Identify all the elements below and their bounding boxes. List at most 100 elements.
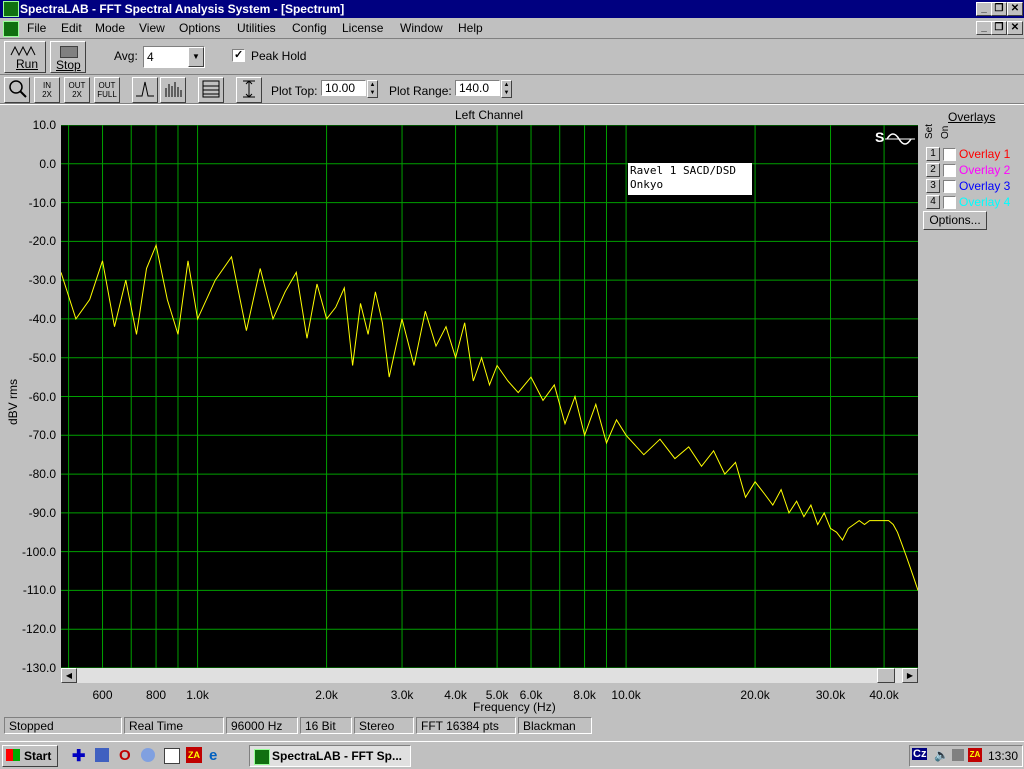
y-tick-label: -30.0: [28, 273, 56, 288]
y-tick-label: -120.0: [21, 622, 56, 637]
overlay-options-button[interactable]: Options...: [923, 211, 987, 230]
x-tick-label: 40.0k: [869, 688, 899, 702]
zoom-out-2x-button[interactable]: OUT 2X: [64, 77, 90, 103]
y-tick-label: 10.0: [32, 118, 56, 132]
grid-icon: [202, 80, 220, 98]
quicklaunch-opera-icon[interactable]: O: [119, 747, 131, 764]
tray-zonealarm-icon[interactable]: ZA: [968, 748, 982, 762]
overlay-2-checkbox[interactable]: [943, 164, 956, 177]
volume-icon[interactable]: 🔈: [934, 748, 949, 762]
quicklaunch-media-icon[interactable]: [141, 748, 155, 762]
run-button[interactable]: Run: [4, 41, 46, 73]
x-tick-label: 8.0k: [573, 688, 596, 702]
line-plot-icon: [136, 81, 154, 97]
spectrum-chart: [61, 125, 918, 668]
plot-range-input[interactable]: [455, 80, 500, 96]
overlays-set-label: Set: [924, 123, 935, 139]
status-channels: Stereo: [354, 717, 414, 734]
menu-edit[interactable]: Edit: [61, 21, 82, 35]
tray-network-icon[interactable]: [952, 749, 964, 761]
x-tick-label: 30.0k: [815, 688, 846, 702]
spectralab-logo: S: [871, 129, 917, 149]
overlay-2-set-button[interactable]: 2: [926, 163, 940, 177]
sine-logo-icon: [885, 133, 915, 145]
menu-mode[interactable]: Mode: [95, 21, 125, 35]
zoom-out-full-button[interactable]: OUT FULL: [94, 77, 120, 103]
status-fft-size: FFT 16384 pts: [416, 717, 516, 734]
menu-help[interactable]: Help: [458, 21, 483, 35]
plot-top-input[interactable]: [321, 80, 366, 96]
spectrum-plot[interactable]: Ravel 1 SACD/DSD Onkyo S: [61, 125, 918, 668]
child-restore-button[interactable]: ❐: [991, 21, 1007, 35]
stop-icon: [60, 46, 78, 58]
x-axis-label: Frequency (Hz): [473, 700, 556, 714]
peak-hold-checkbox[interactable]: ✓: [232, 49, 245, 62]
scroll-left-arrow-icon[interactable]: ◀: [61, 668, 77, 683]
window-title: SpectraLAB - FFT Spectral Analysis Syste…: [20, 2, 345, 16]
y-tick-label: -50.0: [28, 350, 56, 365]
plot-top-label: Plot Top:: [271, 84, 318, 98]
close-button[interactable]: ✕: [1007, 2, 1023, 16]
taskbar: Start ✚ O ZA e SpectraLAB - FFT Sp... Cz…: [0, 741, 1024, 769]
avg-label: Avg:: [114, 49, 138, 63]
taskbar-spectralab-button[interactable]: SpectraLAB - FFT Sp...: [249, 745, 411, 767]
overlays-header: Overlays: [948, 110, 996, 124]
annotation-box[interactable]: Ravel 1 SACD/DSD Onkyo: [628, 163, 752, 195]
overlay-4-set-button[interactable]: 4: [926, 195, 940, 209]
zoom-out-label: OUT: [68, 81, 86, 90]
start-button[interactable]: Start: [2, 745, 58, 767]
menu-config[interactable]: Config: [292, 21, 327, 35]
quicklaunch-network-icon[interactable]: [95, 748, 109, 762]
child-minimize-button[interactable]: _: [976, 21, 992, 35]
scroll-right-arrow-icon[interactable]: ▶: [902, 668, 918, 683]
title-bar: SpectraLAB - FFT Spectral Analysis Syste…: [0, 0, 1024, 18]
quicklaunch-editor-icon[interactable]: [164, 748, 180, 764]
chevron-down-icon[interactable]: ▼: [188, 47, 204, 67]
x-tick-label: 20.0k: [740, 688, 770, 702]
zoom-in-factor: 2X: [42, 90, 52, 99]
quicklaunch-zonealarm-icon[interactable]: ZA: [186, 747, 202, 763]
y-tick-label: -100.0: [21, 544, 56, 559]
system-tray: Cz 🔈 ZA 13:30: [909, 745, 1023, 767]
zoom-button[interactable]: [4, 77, 30, 103]
x-tick-label: 3.0k: [390, 688, 414, 702]
stop-button[interactable]: Stop: [50, 41, 86, 73]
quicklaunch-plus-icon[interactable]: ✚: [72, 746, 85, 766]
horizontal-scrollbar[interactable]: ◀ ▶: [61, 668, 918, 683]
overlay-1-checkbox[interactable]: [943, 148, 956, 161]
status-window-function: Blackman: [518, 717, 592, 734]
overlay-4-checkbox[interactable]: [943, 196, 956, 209]
menu-window[interactable]: Window: [400, 21, 443, 35]
zoom-full-label: OUT: [98, 81, 116, 90]
menu-file[interactable]: File: [27, 21, 46, 35]
language-indicator[interactable]: Cz: [912, 748, 928, 760]
spectralab-task-icon: [254, 749, 270, 765]
avg-select[interactable]: 4 ▼: [143, 46, 205, 68]
overlay-1-set-button[interactable]: 1: [926, 147, 940, 161]
plot-range-label: Plot Range:: [389, 84, 452, 98]
overlay-3-checkbox[interactable]: [943, 180, 956, 193]
scroll-thumb[interactable]: [877, 668, 895, 683]
menu-options[interactable]: Options: [179, 21, 220, 35]
overlay-3-set-button[interactable]: 3: [926, 179, 940, 193]
plot-top-spinner[interactable]: ▲ ▼: [367, 80, 378, 98]
plot-range-spinner[interactable]: ▲ ▼: [501, 80, 512, 98]
scale-button[interactable]: [236, 77, 262, 103]
grid-toggle-button[interactable]: [198, 77, 224, 103]
menu-license[interactable]: License: [342, 21, 383, 35]
peak-hold-label: Peak Hold: [251, 49, 307, 63]
bar-plot-button[interactable]: [160, 77, 186, 103]
menu-utilities[interactable]: Utilities: [237, 21, 276, 35]
app-icon[interactable]: [3, 1, 19, 17]
x-tick-label: 4.0k: [444, 688, 467, 702]
menu-view[interactable]: View: [139, 21, 165, 35]
zoom-in-2x-button[interactable]: IN 2X: [34, 77, 60, 103]
child-close-button[interactable]: ✕: [1007, 21, 1023, 35]
quicklaunch-ie-icon[interactable]: e: [209, 747, 217, 764]
line-plot-button[interactable]: [132, 77, 158, 103]
x-tick-label: 800: [146, 688, 167, 702]
magnifier-icon: [9, 80, 27, 98]
minimize-button[interactable]: _: [976, 2, 992, 16]
maximize-button[interactable]: ❐: [991, 2, 1007, 16]
document-icon[interactable]: [3, 21, 19, 37]
